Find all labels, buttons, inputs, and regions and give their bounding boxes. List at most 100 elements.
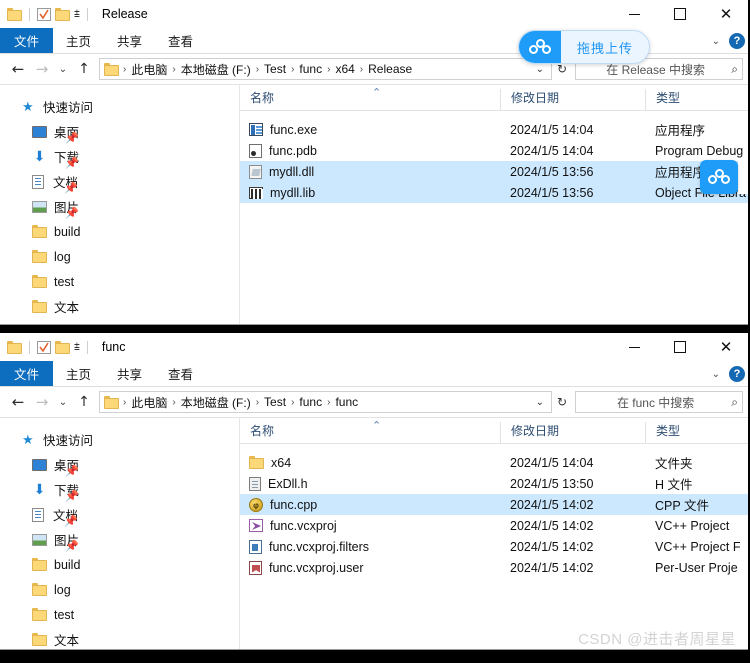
- folder-icon[interactable]: [7, 7, 22, 21]
- file-name-cell[interactable]: mydll.lib: [240, 186, 500, 200]
- pin-icon[interactable]: 📌: [65, 133, 79, 144]
- file-name-cell[interactable]: func.vcxproj.filters: [240, 539, 500, 554]
- file-name-cell[interactable]: x64: [240, 456, 500, 470]
- quick-access-toolbar[interactable]: ⩲: [0, 340, 91, 354]
- file-name-cell[interactable]: func.pdb: [240, 143, 500, 158]
- search-box[interactable]: 在 func 中搜索 ⌕: [575, 391, 743, 413]
- column-header-name[interactable]: ⌃ 名称: [240, 87, 500, 110]
- address-bar[interactable]: › 此电脑 › 本地磁盘 (F:) › Test › func › func ⌄: [99, 391, 552, 413]
- tab-file[interactable]: 文件: [0, 28, 54, 53]
- breadcrumb-item-5[interactable]: Release: [365, 62, 415, 76]
- pin-icon[interactable]: 📌: [65, 466, 79, 477]
- search-icon[interactable]: ⌕: [731, 395, 738, 410]
- folder-icon[interactable]: [7, 340, 22, 354]
- pin-icon[interactable]: 📌: [65, 491, 79, 502]
- breadcrumb[interactable]: › 此电脑 › 本地磁盘 (F:) › Test › func › func: [104, 394, 534, 411]
- sidebar-item-quick-access[interactable]: ★ 快速访问: [0, 427, 239, 452]
- pin-icon[interactable]: 📌: [64, 183, 78, 194]
- column-header-date[interactable]: 修改日期: [500, 422, 645, 443]
- new-folder-icon[interactable]: [55, 340, 70, 354]
- sidebar-item-text[interactable]: 文本: [0, 294, 239, 319]
- address-bar[interactable]: › 此电脑 › 本地磁盘 (F:) › Test › func › x64 › …: [99, 58, 552, 80]
- column-header-name[interactable]: ⌃ 名称: [240, 420, 500, 443]
- forward-button[interactable]: →: [30, 391, 54, 413]
- tab-file[interactable]: 文件: [0, 361, 54, 386]
- new-folder-icon[interactable]: [55, 7, 70, 21]
- table-row[interactable]: ExDll.h 2024/1/5 13:50 H 文件: [240, 473, 749, 494]
- properties-check-icon[interactable]: [37, 7, 51, 21]
- maximize-button[interactable]: [657, 333, 703, 361]
- drag-upload-widget[interactable]: 拖拽上传: [518, 30, 650, 64]
- sidebar-item-desktop[interactable]: 桌面 📌: [0, 452, 239, 477]
- customize-dropdown-icon[interactable]: ⩲: [74, 9, 80, 20]
- breadcrumb-item-2[interactable]: Test: [261, 395, 289, 409]
- sidebar-item-log[interactable]: log: [0, 244, 239, 269]
- tab-view[interactable]: 查看: [155, 361, 206, 386]
- breadcrumb-item-0[interactable]: 此电脑: [128, 394, 170, 411]
- sidebar-item-pictures[interactable]: 图片 📌: [0, 527, 239, 552]
- breadcrumb-item-0[interactable]: 此电脑: [128, 61, 170, 78]
- file-name-cell[interactable]: func.vcxproj.user: [240, 560, 500, 575]
- table-row[interactable]: mydll.lib 2024/1/5 13:56 Object File Lib…: [240, 182, 749, 203]
- file-name-cell[interactable]: mydll.dll: [240, 164, 500, 179]
- sidebar-item-log[interactable]: log: [0, 577, 239, 602]
- customize-dropdown-icon[interactable]: ⩲: [74, 342, 80, 353]
- sidebar-item-test[interactable]: test: [0, 602, 239, 627]
- close-button[interactable]: ✕: [703, 333, 749, 361]
- file-name-cell[interactable]: φ func.cpp: [240, 497, 500, 512]
- pin-icon[interactable]: 📌: [65, 208, 79, 219]
- table-row[interactable]: φ func.cpp 2024/1/5 14:02 CPP 文件: [240, 494, 749, 515]
- sidebar-item-documents[interactable]: 文档 📌: [0, 169, 239, 194]
- up-button[interactable]: ↑: [72, 391, 96, 413]
- sidebar-item-downloads[interactable]: ⬇ 下载 📌: [0, 477, 239, 502]
- tab-share[interactable]: 共享: [104, 28, 155, 53]
- quick-access-toolbar[interactable]: ⩲: [0, 7, 91, 21]
- pin-icon[interactable]: 📌: [64, 516, 78, 527]
- minimize-button[interactable]: [611, 333, 657, 361]
- tab-view[interactable]: 查看: [155, 28, 206, 53]
- breadcrumb-item-1[interactable]: 本地磁盘 (F:): [178, 394, 254, 411]
- column-header-type[interactable]: 类型: [645, 422, 749, 443]
- tab-share[interactable]: 共享: [104, 361, 155, 386]
- breadcrumb-item-4[interactable]: x64: [332, 62, 357, 76]
- breadcrumb[interactable]: › 此电脑 › 本地磁盘 (F:) › Test › func › x64 › …: [104, 61, 534, 78]
- column-header-type[interactable]: 类型: [645, 89, 749, 110]
- properties-check-icon[interactable]: [37, 340, 51, 354]
- table-row[interactable]: func.vcxproj.filters 2024/1/5 14:02 VC++…: [240, 536, 749, 557]
- close-button[interactable]: ✕: [703, 0, 749, 28]
- sidebar-item-desktop[interactable]: 桌面 📌: [0, 119, 239, 144]
- sidebar-item-build[interactable]: build: [0, 219, 239, 244]
- table-row[interactable]: func.pdb 2024/1/5 14:04 Program Debug: [240, 140, 749, 161]
- tab-home[interactable]: 主页: [53, 28, 104, 53]
- breadcrumb-item-3[interactable]: func: [296, 395, 325, 409]
- table-row[interactable]: func.vcxproj.user 2024/1/5 14:02 Per-Use…: [240, 557, 749, 578]
- sidebar-item-test[interactable]: test: [0, 269, 239, 294]
- search-icon[interactable]: ⌕: [731, 62, 738, 77]
- up-button[interactable]: ↑: [72, 58, 96, 80]
- pin-icon[interactable]: 📌: [65, 158, 79, 169]
- maximize-button[interactable]: [657, 0, 703, 28]
- breadcrumb-item-2[interactable]: Test: [261, 62, 289, 76]
- file-name-cell[interactable]: func.exe: [240, 123, 500, 137]
- sidebar-item-documents[interactable]: 文档 📌: [0, 502, 239, 527]
- breadcrumb-item-4[interactable]: func: [332, 395, 361, 409]
- recent-locations-button[interactable]: ⌄: [54, 391, 72, 413]
- sidebar-item-downloads[interactable]: ⬇ 下载 📌: [0, 144, 239, 169]
- table-row[interactable]: func.exe 2024/1/5 14:04 应用程序: [240, 119, 749, 140]
- baidu-netdisk-float-button[interactable]: [700, 160, 738, 194]
- minimize-button[interactable]: [611, 0, 657, 28]
- sidebar-item-quick-access[interactable]: ★ 快速访问: [0, 94, 239, 119]
- forward-button[interactable]: →: [30, 58, 54, 80]
- breadcrumb-item-3[interactable]: func: [296, 62, 325, 76]
- chevron-down-icon[interactable]: ⌄: [534, 64, 549, 75]
- sidebar-item-text[interactable]: 文本: [0, 627, 239, 649]
- file-name-cell[interactable]: func.vcxproj: [240, 519, 500, 533]
- column-header-date[interactable]: 修改日期: [500, 89, 645, 110]
- pin-icon[interactable]: 📌: [65, 541, 79, 552]
- table-row[interactable]: mydll.dll 2024/1/5 13:56 应用程序: [240, 161, 749, 182]
- help-icon[interactable]: ?: [729, 366, 745, 382]
- sidebar-item-pictures[interactable]: 图片 📌: [0, 194, 239, 219]
- back-button[interactable]: ←: [6, 58, 30, 80]
- refresh-icon[interactable]: ↻: [552, 62, 572, 76]
- tab-home[interactable]: 主页: [53, 361, 104, 386]
